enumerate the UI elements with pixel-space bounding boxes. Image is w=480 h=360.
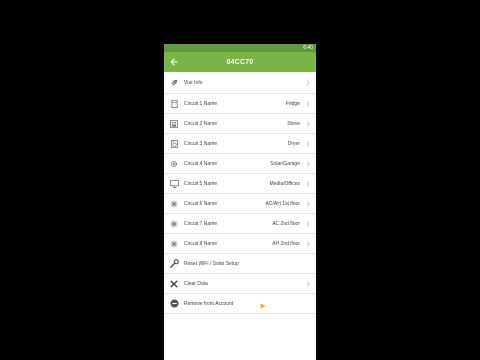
row-circuit-7[interactable]: Circuit 7 Name AC 2nd floor: [164, 214, 316, 234]
phone-screen: 6:40 04CC70 Vue Info Circuit 1 Name Frid…: [164, 44, 316, 360]
dryer-icon: [169, 139, 179, 149]
row-clear-data[interactable]: Clear Data: [164, 274, 316, 294]
row-value: Fridge: [285, 100, 300, 107]
back-button[interactable]: [168, 56, 180, 68]
row-label: Circuit 7 Name: [184, 220, 218, 227]
row-label: Circuit 3 Name: [184, 140, 218, 147]
row-reset-wifi[interactable]: Reset WiFi / Solar Setup: [164, 254, 316, 274]
row-label: Circuit 6 Name: [184, 200, 218, 207]
row-value: Solar/Garage: [270, 160, 300, 167]
row-label: Circuit 2 Name: [184, 120, 218, 127]
row-label: Vue Info: [184, 79, 203, 86]
monitor-icon: [169, 179, 179, 189]
row-value: AH 2nd floor: [272, 240, 300, 247]
row-circuit-4[interactable]: Circuit 4 Name Solar/Garage: [164, 154, 316, 174]
row-label: Remove from Account: [184, 300, 234, 307]
row-vue-info[interactable]: Vue Info: [164, 72, 316, 94]
row-value: Media/Offices: [269, 180, 300, 187]
settings-list: Vue Info Circuit 1 Name Fridge Circuit 2…: [164, 72, 316, 314]
chevron-right-icon: [305, 180, 311, 187]
stove-icon: [169, 119, 179, 129]
wrench-icon: [169, 259, 179, 269]
cursor-arrow-icon: [260, 303, 266, 309]
row-label: Clear Data: [184, 280, 208, 287]
page-title: 04CC70: [226, 58, 254, 66]
row-remove-account[interactable]: Remove from Account: [164, 294, 316, 314]
chevron-right-icon: [305, 160, 311, 167]
app-bar: 04CC70: [164, 52, 316, 72]
chevron-right-icon: [305, 220, 311, 227]
row-label: Reset WiFi / Solar Setup: [184, 260, 239, 267]
chevron-right-icon: [305, 100, 311, 107]
snowflake-icon: [169, 219, 179, 229]
chevron-right-icon: [305, 79, 311, 86]
row-circuit-2[interactable]: Circuit 2 Name Stove: [164, 114, 316, 134]
row-label: Circuit 1 Name: [184, 100, 218, 107]
row-value: Stove: [287, 120, 300, 127]
row-circuit-5[interactable]: Circuit 5 Name Media/Offices: [164, 174, 316, 194]
row-value: AC/AH 1st floor: [265, 200, 300, 207]
row-label: Circuit 4 Name: [184, 160, 218, 167]
row-label: Circuit 8 Name: [184, 240, 218, 247]
status-bar: 6:40: [164, 44, 316, 52]
row-value: Dryer: [287, 140, 300, 147]
snowflake-icon: [169, 239, 179, 249]
row-circuit-8[interactable]: Circuit 8 Name AH 2nd floor: [164, 234, 316, 254]
row-circuit-6[interactable]: Circuit 6 Name AC/AH 1st floor: [164, 194, 316, 214]
leaf-icon: [169, 78, 179, 88]
chevron-right-icon: [305, 120, 311, 127]
chevron-right-icon: [305, 200, 311, 207]
status-time: 6:40: [303, 45, 313, 51]
row-label: Circuit 5 Name: [184, 180, 218, 187]
fridge-icon: [169, 99, 179, 109]
chevron-right-icon: [305, 280, 311, 287]
minus-circle-icon: [169, 299, 179, 309]
row-value: AC 2nd floor: [272, 220, 300, 227]
snowflake-icon: [169, 199, 179, 209]
gear-icon: [169, 159, 179, 169]
chevron-right-icon: [305, 140, 311, 147]
row-circuit-1[interactable]: Circuit 1 Name Fridge: [164, 94, 316, 114]
arrow-left-icon: [170, 58, 178, 66]
row-circuit-3[interactable]: Circuit 3 Name Dryer: [164, 134, 316, 154]
close-icon: [169, 279, 179, 289]
chevron-right-icon: [305, 240, 311, 247]
